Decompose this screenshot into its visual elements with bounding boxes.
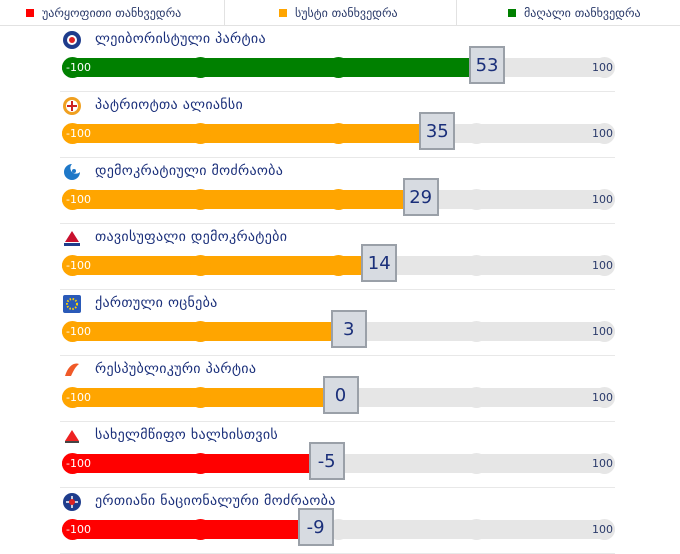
legend-item-weak: სუსტი თანხვედრა bbox=[279, 0, 398, 26]
scale-tick-dot bbox=[466, 123, 488, 144]
legend-item-high: მაღალი თანხვედრა bbox=[508, 0, 641, 26]
scale-tick-dot bbox=[466, 453, 488, 474]
value-label: 53 bbox=[469, 46, 506, 84]
scale-max-label: 100 bbox=[592, 523, 613, 536]
party-name: ერთიანი ნაციონალური მოძრაობა bbox=[95, 493, 336, 509]
party-name: რესპუბლიკური პარტია bbox=[95, 361, 257, 377]
bar-track bbox=[62, 123, 615, 144]
scale-min-label: -100 bbox=[66, 523, 91, 536]
bar-fill bbox=[62, 124, 436, 143]
scale-tick-dot bbox=[189, 57, 211, 78]
legend-swatch-red bbox=[26, 9, 34, 17]
georgian-dream-logo-icon bbox=[62, 294, 82, 314]
value-label: 3 bbox=[330, 310, 367, 348]
scale-max-label: 100 bbox=[592, 391, 613, 404]
bar-fill bbox=[62, 520, 314, 539]
scale-max-label: 100 bbox=[592, 127, 613, 140]
scale-tick-dot bbox=[189, 321, 211, 342]
scale-min-label: -100 bbox=[66, 325, 91, 338]
scale-tick-dot bbox=[466, 321, 488, 342]
scale-min-label: -100 bbox=[66, 193, 91, 206]
party-row: ქართული ოცნება -100 100 3 bbox=[0, 290, 680, 356]
legend-divider bbox=[224, 0, 225, 26]
scale-max-label: 100 bbox=[592, 259, 613, 272]
scale-min-label: -100 bbox=[66, 391, 91, 404]
scale-max-label: 100 bbox=[592, 193, 613, 206]
patriots-alliance-logo-icon bbox=[62, 96, 82, 116]
scale-tick-dot bbox=[189, 255, 211, 276]
scale-tick-dot bbox=[189, 519, 211, 540]
legend-divider bbox=[456, 0, 457, 26]
scale-tick-dot bbox=[466, 189, 488, 210]
legend-item-negative: უარყოფითი თანხვედრა bbox=[26, 0, 181, 26]
labour-party-logo-icon bbox=[62, 30, 82, 50]
bar-track bbox=[62, 255, 615, 276]
legend-swatch-orange bbox=[279, 9, 287, 17]
value-label: 0 bbox=[322, 376, 359, 414]
party-name: პატრიოტთა ალიანსი bbox=[95, 97, 244, 113]
scale-tick-dot bbox=[328, 123, 349, 144]
party-name: დემოკრატიული მოძრაობა bbox=[95, 163, 284, 179]
scale-tick-dot bbox=[466, 387, 488, 408]
scale-min-label: -100 bbox=[66, 259, 91, 272]
value-label: 14 bbox=[361, 244, 398, 282]
scale-max-label: 100 bbox=[592, 61, 613, 74]
bar-track bbox=[62, 57, 615, 78]
scale-max-label: 100 bbox=[592, 457, 613, 470]
value-label: 29 bbox=[402, 178, 439, 216]
scale-tick-dot bbox=[328, 57, 349, 78]
scale-tick-dot bbox=[328, 189, 349, 210]
republican-party-logo-icon bbox=[62, 360, 82, 380]
bar-fill bbox=[62, 190, 419, 209]
party-name: თავისუფალი დემოკრატები bbox=[95, 229, 288, 245]
party-row: ერთიანი ნაციონალური მოძრაობა -100 100 -9 bbox=[0, 488, 680, 554]
scale-tick-dot bbox=[466, 519, 488, 540]
scale-tick-dot bbox=[189, 453, 211, 474]
party-row: დემოკრატიული მოძრაობა -100 100 29 bbox=[0, 158, 680, 224]
party-name: სახელმწიფო ხალხისთვის bbox=[95, 427, 279, 443]
bar-track bbox=[62, 519, 615, 540]
scale-tick-dot bbox=[189, 189, 211, 210]
democratic-movement-logo-icon bbox=[62, 162, 82, 182]
scale-min-label: -100 bbox=[66, 127, 91, 140]
bar-fill bbox=[62, 58, 486, 77]
value-label: -9 bbox=[297, 508, 334, 546]
unm-logo-icon bbox=[62, 492, 82, 512]
value-label: 35 bbox=[419, 112, 456, 150]
bar-track bbox=[62, 189, 615, 210]
scale-tick-dot bbox=[466, 255, 488, 276]
party-row: სახელმწიფო ხალხისთვის -100 100 -5 bbox=[0, 422, 680, 488]
scale-tick-dot bbox=[328, 255, 349, 276]
scale-tick-dot bbox=[189, 123, 211, 144]
value-label: -5 bbox=[308, 442, 345, 480]
scale-min-label: -100 bbox=[66, 457, 91, 470]
scale-tick-dot bbox=[189, 387, 211, 408]
scale-min-label: -100 bbox=[66, 61, 91, 74]
state-for-people-logo-icon bbox=[62, 426, 82, 446]
free-democrats-logo-icon bbox=[62, 228, 82, 248]
scale-max-label: 100 bbox=[592, 325, 613, 338]
legend-label-negative: უარყოფითი თანხვედრა bbox=[42, 6, 182, 20]
party-name: ქართული ოცნება bbox=[95, 295, 218, 311]
legend: უარყოფითი თანხვედრა სუსტი თანხვედრა მაღა… bbox=[0, 0, 680, 26]
legend-label-weak: სუსტი თანხვედრა bbox=[295, 6, 398, 20]
party-row: თავისუფალი დემოკრატები -100 100 14 bbox=[0, 224, 680, 290]
legend-label-high: მაღალი თანხვედრა bbox=[524, 6, 641, 20]
party-row: პატრიოტთა ალიანსი -100 100 35 bbox=[0, 92, 680, 158]
party-name: ლეიბორისტული პარტია bbox=[95, 31, 266, 47]
party-row: რესპუბლიკური პარტია -100 100 0 bbox=[0, 356, 680, 422]
party-row: ლეიბორისტული პარტია -100 100 53 bbox=[0, 26, 680, 92]
legend-swatch-green bbox=[508, 9, 516, 17]
